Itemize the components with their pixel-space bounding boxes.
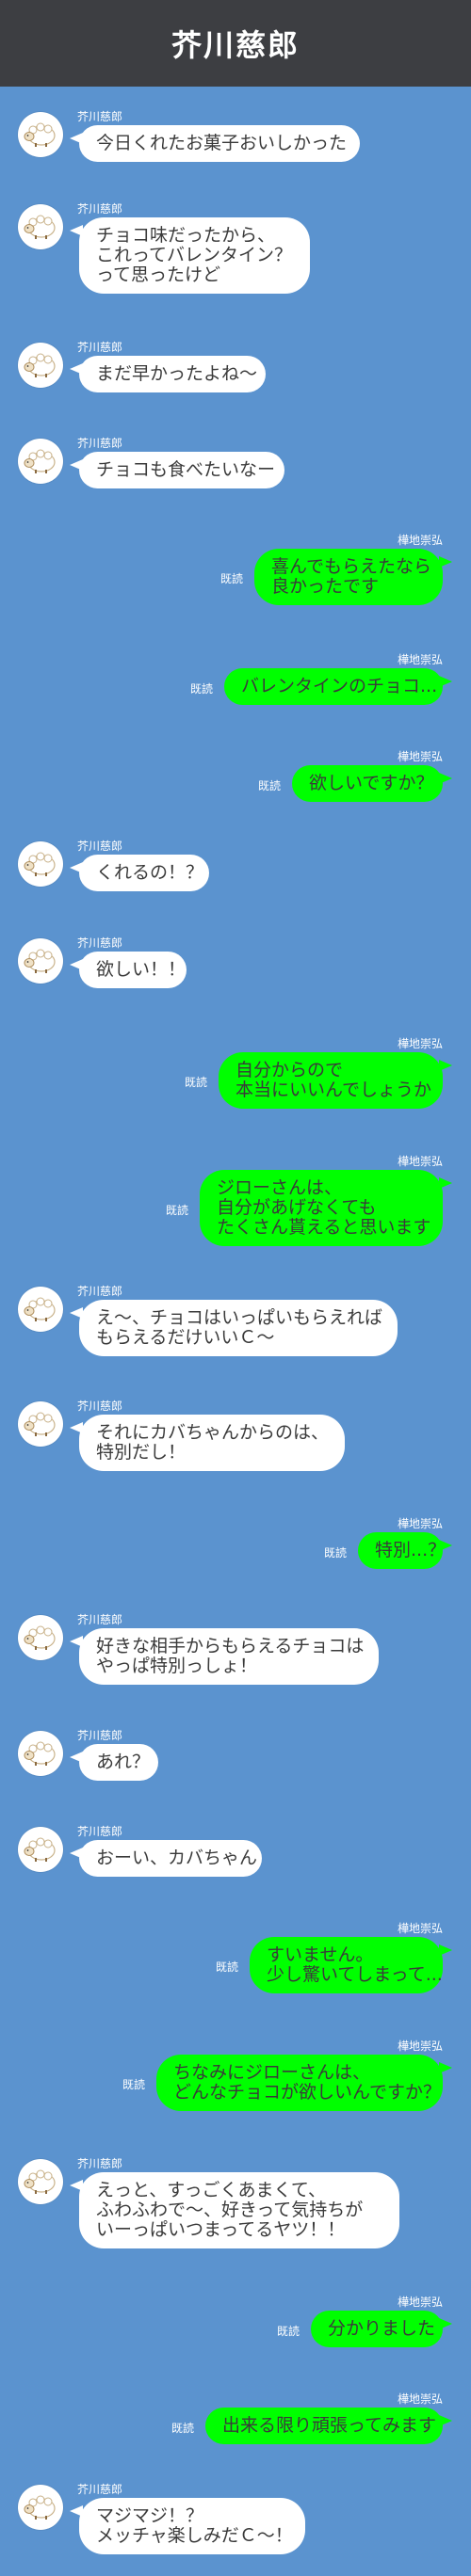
message-bubble[interactable]: えっと、すっごくあまくて、 ふわふわで〜、好きって気持ちが いーっぱいつまってる…: [70, 2172, 399, 2248]
message-bubble[interactable]: バレンタインのチョコ...: [224, 668, 452, 705]
sender-name: 樺地崇弘: [397, 1517, 443, 1530]
message-bubble[interactable]: 出来る限り頑張ってみます: [205, 2408, 452, 2444]
chat-title: 芥川慈郎: [171, 27, 300, 63]
sender-name: 樺地崇弘: [397, 1155, 443, 1168]
sender-name: 樺地崇弘: [397, 1037, 443, 1050]
message-bubble[interactable]: 特別...？: [358, 1532, 452, 1569]
sheep-avatar-icon[interactable]: [18, 112, 63, 157]
sender-name: 芥川慈郎: [77, 2483, 123, 2496]
sender-name: 芥川慈郎: [77, 202, 123, 216]
sender-name: 樺地崇弘: [397, 2296, 443, 2309]
read-receipt: 既読: [122, 2078, 145, 2091]
message-bubble[interactable]: 分かりました: [311, 2311, 452, 2347]
sender-name: 芥川慈郎: [77, 2157, 123, 2170]
sender-name: 芥川慈郎: [77, 936, 123, 950]
message-bubble[interactable]: あれ？: [70, 1744, 158, 1781]
sender-name: 樺地崇弘: [397, 2040, 443, 2053]
sheep-avatar-icon[interactable]: [18, 1401, 63, 1447]
sheep-avatar-icon[interactable]: [18, 1287, 63, 1332]
sheep-avatar-icon[interactable]: [18, 2485, 63, 2530]
sender-name: 芥川慈郎: [77, 110, 123, 123]
sender-name: 芥川慈郎: [77, 840, 123, 853]
sheep-avatar-icon[interactable]: [18, 204, 63, 249]
sender-name: 樺地崇弘: [397, 653, 443, 666]
sender-name: 樺地崇弘: [397, 2392, 443, 2406]
sheep-avatar-icon[interactable]: [18, 938, 63, 984]
chat-header: 芥川慈郎: [0, 0, 471, 87]
read-receipt: 既読: [171, 2422, 194, 2435]
message-bubble[interactable]: マジマジ！？ メッチャ楽しみだＣ〜！: [70, 2498, 305, 2554]
message-bubble[interactable]: 欲しい！！: [70, 952, 187, 988]
message-bubble[interactable]: チョコも食べたいなー: [70, 452, 284, 488]
message-bubble[interactable]: え〜、チョコはいっぱいもらえれば もらえるだけいいＣ〜: [70, 1300, 398, 1356]
message-bubble[interactable]: 好きな相手からもらえるチョコは やっぱ特別っしょ！: [70, 1628, 379, 1685]
message-bubble[interactable]: ジローさんは、 自分があげなくても たくさん貰えると思います: [200, 1170, 452, 1246]
read-receipt: 既読: [215, 1960, 238, 1974]
sender-name: 芥川慈郎: [77, 437, 123, 450]
sheep-avatar-icon[interactable]: [18, 1827, 63, 1872]
message-bubble[interactable]: チョコ味だったから、 これってバレンタイン？ って思ったけど: [70, 217, 310, 294]
read-receipt: 既読: [219, 572, 243, 585]
message-bubble[interactable]: 喜んでもらえたなら 良かったです: [254, 549, 452, 605]
sender-name: 芥川慈郎: [77, 1825, 123, 1838]
sender-name: 芥川慈郎: [77, 1400, 123, 1413]
message-bubble[interactable]: すいません。 少し驚いてしまって...: [250, 1937, 452, 1993]
sender-name: 芥川慈郎: [77, 1285, 123, 1298]
sheep-avatar-icon[interactable]: [18, 841, 63, 887]
message-bubble[interactable]: くれるの！？: [70, 855, 209, 891]
read-receipt: 既読: [276, 2325, 300, 2338]
message-bubble[interactable]: 自分からので 本当にいいんでしょうか: [219, 1052, 452, 1109]
message-bubble[interactable]: おーい、カバちゃん: [70, 1840, 262, 1877]
sender-name: 樺地崇弘: [397, 534, 443, 547]
sheep-avatar-icon[interactable]: [18, 2159, 63, 2204]
sheep-avatar-icon[interactable]: [18, 343, 63, 388]
read-receipt: 既読: [257, 779, 281, 792]
message-bubble[interactable]: それにカバちゃんからのは、 特別だし！: [70, 1415, 345, 1471]
read-receipt: 既読: [165, 1204, 188, 1217]
sheep-avatar-icon[interactable]: [18, 1731, 63, 1776]
sender-name: 芥川慈郎: [77, 1613, 123, 1626]
sender-name: 芥川慈郎: [77, 341, 123, 354]
sender-name: 樺地崇弘: [397, 1922, 443, 1935]
sheep-avatar-icon[interactable]: [18, 439, 63, 484]
sheep-avatar-icon[interactable]: [18, 1615, 63, 1660]
message-bubble[interactable]: ちなみにジローさんは、 どんなチョコが欲しいんですか？: [156, 2055, 452, 2111]
sender-name: 樺地崇弘: [397, 750, 443, 763]
message-bubble[interactable]: 欲しいですか？: [292, 765, 452, 802]
sender-name: 芥川慈郎: [77, 1729, 123, 1742]
read-receipt: 既読: [184, 1076, 207, 1089]
message-bubble[interactable]: 今日くれたお菓子おいしかった: [70, 125, 360, 162]
read-receipt: 既読: [323, 1546, 347, 1560]
read-receipt: 既読: [189, 682, 213, 696]
message-bubble[interactable]: まだ早かったよね〜: [70, 356, 266, 392]
